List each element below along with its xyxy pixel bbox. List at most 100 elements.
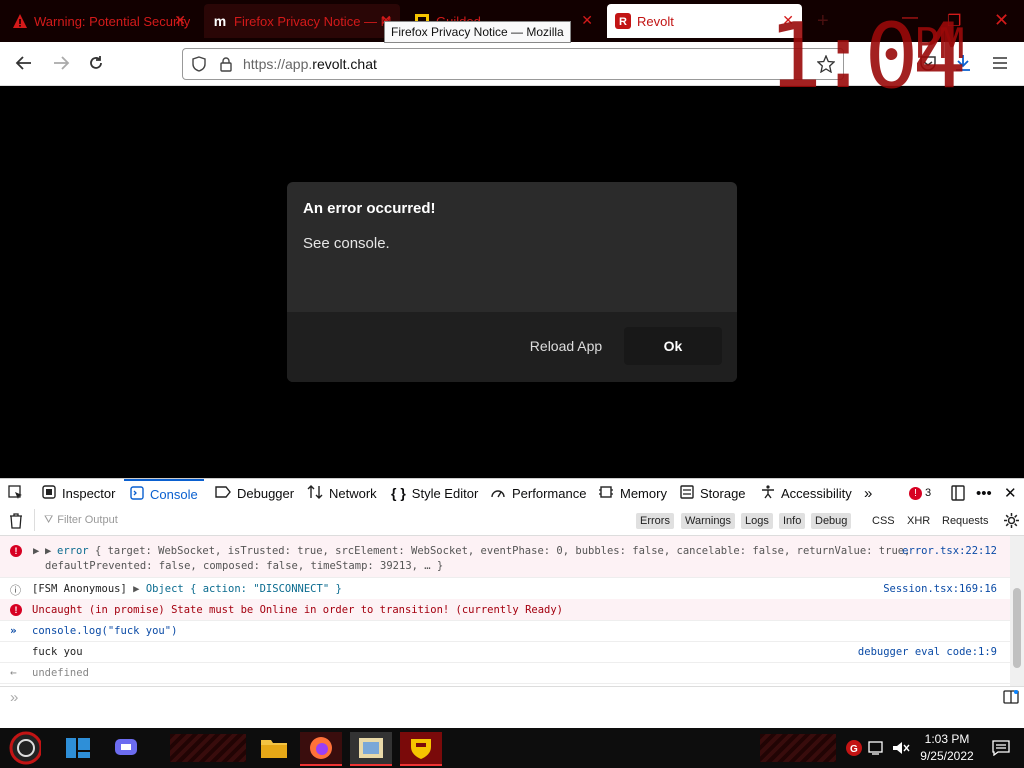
task-view-icon [66, 738, 90, 758]
tab-security-warning[interactable]: Warning: Potential Security ✕ [4, 4, 194, 38]
tab-title: Firefox Privacy Notice — M [234, 13, 392, 29]
tab-label: Memory [620, 485, 667, 501]
reload-button[interactable] [84, 51, 108, 75]
element-picker-button[interactable] [8, 479, 24, 507]
uncaught-error-text: Uncaught (in promise) State must be Onli… [32, 604, 564, 616]
clear-console-button[interactable] [9, 513, 23, 532]
notifications-button[interactable] [992, 740, 1010, 759]
notification-icon [992, 740, 1010, 757]
tab-close-icon[interactable]: ✕ [174, 12, 186, 29]
editor-mode-button[interactable] [1003, 690, 1019, 707]
storage-icon [680, 484, 694, 502]
console-row-command[interactable]: » console.log("fuck you") [0, 620, 1010, 642]
log-text: fuck you [32, 646, 83, 658]
window-close-button[interactable]: ✕ [994, 10, 1009, 31]
tab-accessibility[interactable]: Accessibility [761, 479, 852, 507]
modal-message: See console. [303, 235, 390, 252]
task-view-button[interactable] [62, 732, 94, 764]
console-row-error[interactable]: ! ▶ ▶ error { target: WebSocket, isTrust… [0, 540, 1010, 578]
expand-arrow-icon[interactable]: ▶ [45, 545, 51, 557]
ok-button[interactable]: Ok [624, 327, 722, 365]
source-link[interactable]: debugger eval code:1:9 [858, 646, 997, 658]
console-row-info[interactable]: ⓘ [FSM Anonymous] ▶ Object { action: "DI… [0, 578, 1010, 600]
app-menu-button[interactable] [988, 51, 1012, 75]
tray-app-icon[interactable]: G [845, 739, 863, 760]
expand-arrow-icon[interactable]: ▶ [133, 583, 139, 595]
devtools-close-icon[interactable]: ✕ [1004, 479, 1017, 507]
url-bar[interactable]: https://app.revolt.chat [182, 48, 844, 80]
tab-console[interactable]: Console [124, 479, 204, 507]
error-icon: ! [10, 544, 22, 557]
console-row-log[interactable]: fuck you debugger eval code:1:9 [0, 641, 1010, 663]
devtools-menu-icon[interactable]: ••• [976, 479, 992, 507]
tab-label: Network [329, 485, 377, 501]
console-row-result[interactable]: ← undefined [0, 662, 1010, 684]
filter-debug-button[interactable]: Debug [811, 513, 852, 529]
guilded-app-button[interactable] [400, 732, 442, 766]
chat-app-button[interactable] [110, 732, 142, 764]
log-object: Object { action: "DISCONNECT" } [145, 583, 342, 595]
command-text: console.log("fuck you") [32, 625, 178, 637]
debugger-icon [215, 485, 231, 502]
filter-logs-button[interactable]: Logs [741, 513, 773, 529]
filter-info-button[interactable]: Info [779, 513, 806, 529]
desktop-clock-ampm: PM [914, 19, 965, 68]
info-icon: ⓘ [10, 584, 21, 597]
lock-icon[interactable] [219, 56, 233, 72]
tab-memory[interactable]: Memory [598, 479, 667, 507]
start-button[interactable] [9, 731, 41, 765]
console-output: ! ▶ ▶ error { target: WebSocket, isTrust… [0, 536, 1010, 686]
expand-arrow-icon[interactable]: ▶ [33, 545, 39, 557]
split-editor-icon [1003, 690, 1019, 704]
filter-xhr-button[interactable]: XHR [903, 513, 934, 529]
tab-label: Inspector [62, 485, 116, 501]
network-tray-icon[interactable] [868, 740, 886, 759]
back-button[interactable] [12, 51, 36, 75]
taskbar-clock[interactable]: 1:03 PM 9/25/2022 [914, 732, 980, 763]
modal-footer: Reload App Ok [287, 312, 737, 382]
trash-icon [10, 513, 22, 529]
file-explorer-button[interactable] [258, 732, 290, 764]
console-row-uncaught[interactable]: ! Uncaught (in promise) State must be On… [0, 599, 1010, 621]
tab-label: Storage [700, 485, 746, 501]
tab-inspector[interactable]: Inspector [42, 479, 115, 507]
gear-icon [1004, 513, 1019, 528]
guilded-logo-icon [411, 739, 431, 759]
tab-close-icon[interactable]: ✕ [581, 12, 593, 29]
tab-network[interactable]: Network [307, 479, 377, 507]
error-count-badge[interactable]: ! 3 [909, 479, 931, 507]
tab-privacy-notice[interactable]: m Firefox Privacy Notice — M ✕ [204, 4, 400, 38]
tab-label: Accessibility [781, 485, 852, 501]
forward-arrow-icon [54, 56, 70, 70]
devtools-toolbar: Inspector Console Debugger Network { } S… [0, 478, 1024, 508]
tab-debugger[interactable]: Debugger [215, 479, 294, 507]
console-scrollbar-thumb[interactable] [1013, 588, 1021, 668]
picture-icon [359, 738, 383, 758]
dock-icon [951, 485, 965, 501]
photo-viewer-button[interactable] [350, 732, 392, 766]
console-settings-button[interactable] [1003, 512, 1020, 532]
error-object-line2: defaultPrevented: false, composed: false… [45, 560, 444, 572]
filter-output-input[interactable]: ⛛ Filter Output [34, 509, 625, 531]
tracking-shield-icon[interactable] [191, 56, 207, 72]
firefox-button[interactable] [300, 732, 342, 766]
source-link[interactable]: error.tsx:22:12 [902, 545, 997, 557]
mozilla-logo-icon: m [213, 13, 227, 29]
filter-css-button[interactable]: CSS [868, 513, 899, 529]
console-input[interactable]: » [0, 686, 1024, 729]
filter-errors-button[interactable]: Errors [636, 513, 674, 529]
tab-style-editor[interactable]: { } Style Editor [391, 479, 478, 507]
hamburger-menu-icon [993, 57, 1007, 69]
dock-side-button[interactable] [950, 479, 966, 507]
filter-funnel-icon: ⛛ [44, 513, 54, 526]
tab-performance[interactable]: Performance [490, 479, 586, 507]
filter-requests-button[interactable]: Requests [938, 513, 992, 529]
more-tools-chevron-icon[interactable]: » [864, 479, 872, 507]
reload-app-button[interactable]: Reload App [519, 327, 613, 365]
forward-button[interactable] [49, 51, 73, 75]
accessibility-icon [761, 484, 775, 502]
volume-muted-icon[interactable] [892, 740, 910, 759]
tab-storage[interactable]: Storage [680, 479, 746, 507]
source-link[interactable]: Session.tsx:169:16 [883, 583, 997, 595]
filter-warnings-button[interactable]: Warnings [681, 513, 736, 529]
